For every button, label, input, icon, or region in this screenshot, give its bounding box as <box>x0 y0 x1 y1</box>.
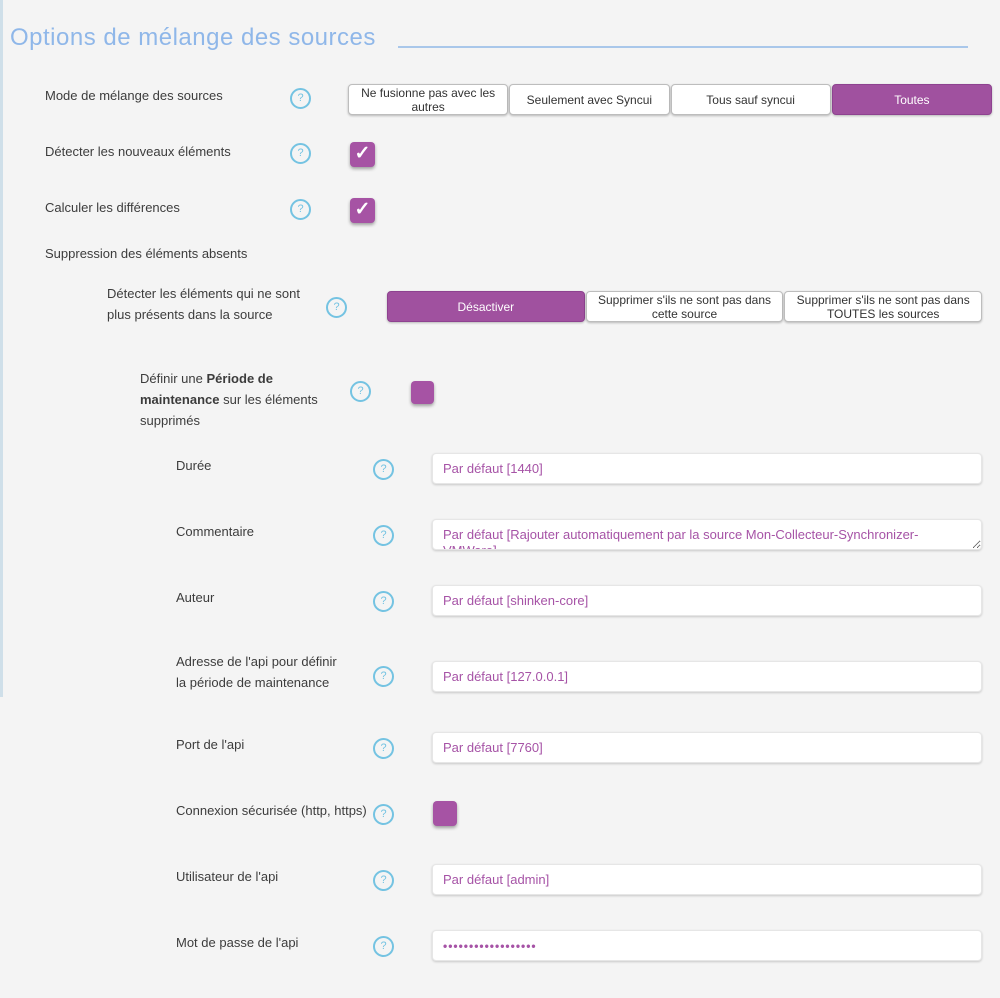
help-icon[interactable]: ? <box>373 870 394 891</box>
api-user-label: Utilisateur de l'api <box>176 866 278 887</box>
help-icon[interactable]: ? <box>373 525 394 546</box>
page-title: Options de mélange des sources <box>10 24 376 52</box>
help-icon[interactable]: ? <box>290 199 311 220</box>
panel-left-border <box>0 0 3 697</box>
help-icon[interactable]: ? <box>373 936 394 957</box>
secure-connection-checkbox[interactable] <box>433 801 457 826</box>
duration-label: Durée <box>176 455 211 476</box>
title-underline <box>398 46 968 48</box>
source-merge-options-page: Options de mélange des sources Mode de m… <box>0 0 1000 998</box>
api-user-input[interactable] <box>432 864 982 895</box>
absent-elements-section-label: Suppression des éléments absents <box>45 243 247 264</box>
compute-diff-label: Calculer les différences <box>45 197 180 218</box>
help-icon[interactable]: ? <box>326 297 347 318</box>
comment-label: Commentaire <box>176 521 254 542</box>
merge-mode-label: Mode de mélange des sources <box>45 85 223 106</box>
compute-diff-checkbox[interactable]: ✓ <box>350 198 375 223</box>
detect-new-checkbox[interactable]: ✓ <box>350 142 375 167</box>
secure-connection-label: Connexion sécurisée (http, https) <box>176 800 367 821</box>
help-icon[interactable]: ? <box>373 738 394 759</box>
merge-mode-button-group: Ne fusionne pas avec les autres Seulemen… <box>348 84 992 115</box>
api-port-label: Port de l'api <box>176 734 244 755</box>
merge-mode-option-all-but-syncui[interactable]: Tous sauf syncui <box>671 84 831 115</box>
merge-mode-option-all[interactable]: Toutes <box>832 84 992 115</box>
detect-new-label: Détecter les nouveaux éléments <box>45 141 231 162</box>
detect-removed-option-remove-all-sources[interactable]: Supprimer s'ils ne sont pas dans TOUTES … <box>784 291 982 322</box>
comment-textarea[interactable] <box>432 519 982 550</box>
api-password-input[interactable] <box>432 930 982 961</box>
api-address-label: Adresse de l'api pour définir la période… <box>176 651 346 693</box>
api-password-label: Mot de passe de l'api <box>176 932 298 953</box>
author-input[interactable] <box>432 585 982 616</box>
help-icon[interactable]: ? <box>373 459 394 480</box>
merge-mode-option-only-syncui[interactable]: Seulement avec Syncui <box>509 84 669 115</box>
help-icon[interactable]: ? <box>373 666 394 687</box>
detect-removed-option-remove-this-source[interactable]: Supprimer s'ils ne sont pas dans cette s… <box>586 291 784 322</box>
help-icon[interactable]: ? <box>290 143 311 164</box>
maintenance-period-label: Définir une Période de maintenance sur l… <box>140 368 350 431</box>
help-icon[interactable]: ? <box>290 88 311 109</box>
duration-input[interactable] <box>432 453 982 484</box>
help-icon[interactable]: ? <box>350 381 371 402</box>
api-port-input[interactable] <box>432 732 982 763</box>
merge-mode-option-no-merge[interactable]: Ne fusionne pas avec les autres <box>348 84 508 115</box>
author-label: Auteur <box>176 587 214 608</box>
help-icon[interactable]: ? <box>373 804 394 825</box>
detect-removed-option-disable[interactable]: Désactiver <box>387 291 585 322</box>
help-icon[interactable]: ? <box>373 591 394 612</box>
api-address-input[interactable] <box>432 661 982 692</box>
check-icon: ✓ <box>355 200 371 219</box>
maintenance-period-checkbox[interactable] <box>411 381 434 404</box>
detect-removed-label: Détecter les éléments qui ne sont plus p… <box>107 283 322 325</box>
check-icon: ✓ <box>355 144 371 163</box>
detect-removed-button-group: Désactiver Supprimer s'ils ne sont pas d… <box>387 291 982 322</box>
